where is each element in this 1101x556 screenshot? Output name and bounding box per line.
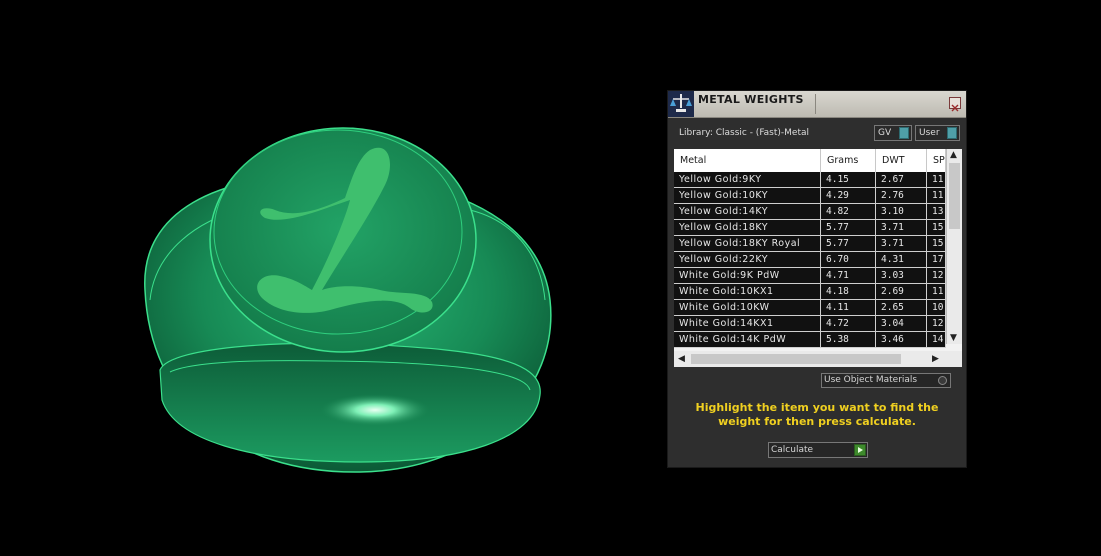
cell-dwt[interactable]: 3.03 (875, 267, 927, 284)
cell-dwt[interactable]: 2.67 (875, 172, 927, 188)
cell-dwt[interactable]: 4.31 (875, 251, 927, 268)
ring-highlight (320, 394, 430, 426)
panel-title: METAL WEIGHTS (698, 93, 804, 106)
vertical-scrollbar[interactable]: ▲ ▼ (946, 149, 962, 344)
cell-sp[interactable]: 12 (926, 315, 946, 332)
vertical-scroll-thumb[interactable] (949, 163, 960, 229)
cell-grams[interactable]: 4.71 (820, 267, 876, 284)
metal-table: Metal Grams DWT SP Yellow Gold:9KY 4.15 2.… (674, 149, 962, 367)
cell-grams[interactable]: 5.77 (820, 235, 876, 252)
library-label: Library: Classic - (Fast)-Metal (679, 128, 810, 138)
table-row[interactable]: White Gold:10KW 4.11 2.65 10 (674, 299, 946, 316)
close-icon (951, 104, 959, 112)
cell-dwt[interactable]: 2.69 (875, 283, 927, 300)
user-toggle-indicator (947, 127, 957, 139)
cell-dwt[interactable]: 3.04 (875, 315, 927, 332)
cell-sp[interactable]: 13 (926, 203, 946, 220)
cell-metal[interactable]: Yellow Gold:10KY (674, 187, 821, 204)
cell-metal[interactable]: Yellow Gold:18KY Royal (674, 235, 821, 252)
cell-grams[interactable]: 4.18 (820, 283, 876, 300)
cell-metal[interactable]: White Gold:10KX1 (674, 283, 821, 300)
table-row[interactable]: White Gold:10KX1 4.18 2.69 11 (674, 283, 946, 300)
metal-weights-panel: METAL WEIGHTS Library: Classic - (Fast)-… (667, 90, 967, 468)
cell-sp[interactable]: 15 (926, 219, 946, 236)
table-row[interactable]: Yellow Gold:14KY 4.82 3.10 13 (674, 203, 946, 220)
cell-grams[interactable]: 5.38 (820, 331, 876, 348)
horizontal-scrollbar[interactable]: ◀ ▶ (674, 351, 962, 367)
gv-toggle-indicator (899, 127, 909, 139)
scroll-left-icon[interactable]: ◀ (678, 354, 685, 364)
use-object-materials-toggle[interactable]: Use Object Materials (821, 373, 951, 388)
instruction-text: Highlight the item you want to find the … (668, 401, 966, 429)
panel-titlebar[interactable]: METAL WEIGHTS (668, 91, 966, 118)
gv-toggle-label: GV (878, 128, 892, 138)
cell-dwt[interactable]: 2.65 (875, 299, 927, 316)
user-toggle-label: User (919, 128, 940, 138)
use-object-materials-label: Use Object Materials (824, 375, 918, 385)
cell-metal[interactable]: Yellow Gold:9KY (674, 172, 821, 188)
cell-metal[interactable]: Yellow Gold:22KY (674, 251, 821, 268)
scroll-right-icon[interactable]: ▶ (932, 354, 939, 364)
3d-viewport[interactable] (0, 0, 660, 552)
cell-metal[interactable]: Yellow Gold:18KY (674, 219, 821, 236)
table-row[interactable]: White Gold:14K PdW 5.38 3.46 14 (674, 331, 946, 348)
close-button[interactable] (949, 97, 961, 112)
cell-dwt[interactable]: 3.71 (875, 219, 927, 236)
scroll-down-icon[interactable]: ▼ (950, 333, 957, 343)
cell-sp[interactable]: 15 (926, 235, 946, 252)
title-divider (815, 94, 816, 114)
column-header-dwt[interactable]: DWT (875, 149, 927, 172)
table-row[interactable]: Yellow Gold:22KY 6.70 4.31 17 (674, 251, 946, 268)
signet-ring-render (144, 127, 552, 473)
cell-metal[interactable]: White Gold:14K PdW (674, 331, 821, 348)
instruction-text-content: Highlight the item you want to find the … (695, 401, 939, 428)
table-row[interactable]: Yellow Gold:10KY 4.29 2.76 11 (674, 187, 946, 204)
cell-sp[interactable]: 14 (926, 331, 946, 348)
cell-grams[interactable]: 4.11 (820, 299, 876, 316)
cell-metal[interactable]: White Gold:10KW (674, 299, 821, 316)
gv-toggle[interactable]: GV (874, 125, 912, 141)
cell-grams[interactable]: 5.77 (820, 219, 876, 236)
calculate-button[interactable]: Calculate (768, 442, 868, 458)
play-icon (854, 444, 866, 456)
cell-dwt[interactable]: 3.10 (875, 203, 927, 220)
column-header-grams[interactable]: Grams (820, 149, 876, 172)
column-header-metal[interactable]: Metal (674, 149, 821, 172)
cell-sp[interactable]: 11 (926, 283, 946, 300)
table-row[interactable]: White Gold:14KX1 4.72 3.04 12 (674, 315, 946, 332)
horizontal-scroll-thumb[interactable] (691, 354, 901, 364)
cell-grams[interactable]: 4.29 (820, 187, 876, 204)
calculate-label: Calculate (771, 445, 814, 455)
user-toggle[interactable]: User (915, 125, 960, 141)
table-row[interactable]: Yellow Gold:18KY Royal 5.77 3.71 15 (674, 235, 946, 252)
radio-icon (938, 376, 947, 385)
scale-icon (668, 91, 694, 117)
table-header-row: Metal Grams DWT SP (674, 149, 946, 172)
cell-dwt[interactable]: 3.71 (875, 235, 927, 252)
cell-metal[interactable]: White Gold:14KX1 (674, 315, 821, 332)
table-row[interactable]: Yellow Gold:18KY 5.77 3.71 15 (674, 219, 946, 236)
cell-grams[interactable]: 6.70 (820, 251, 876, 268)
table-row[interactable]: White Gold:9K PdW 4.71 3.03 12 (674, 267, 946, 284)
column-header-sp[interactable]: SP (926, 149, 946, 172)
cell-dwt[interactable]: 3.46 (875, 331, 927, 348)
scroll-up-icon[interactable]: ▲ (950, 150, 957, 160)
cell-dwt[interactable]: 2.76 (875, 187, 927, 204)
table-row[interactable]: Yellow Gold:9KY 4.15 2.67 11 (674, 172, 946, 188)
cell-sp[interactable]: 11 (926, 172, 946, 188)
cell-grams[interactable]: 4.72 (820, 315, 876, 332)
metal-table-grid: Metal Grams DWT SP Yellow Gold:9KY 4.15 2.… (674, 149, 946, 348)
cell-sp[interactable]: 12 (926, 267, 946, 284)
cell-metal[interactable]: Yellow Gold:14KY (674, 203, 821, 220)
cell-sp[interactable]: 11 (926, 187, 946, 204)
cell-sp[interactable]: 17 (926, 251, 946, 268)
cell-grams[interactable]: 4.82 (820, 203, 876, 220)
cell-metal[interactable]: White Gold:9K PdW (674, 267, 821, 284)
cell-sp[interactable]: 10 (926, 299, 946, 316)
cell-grams[interactable]: 4.15 (820, 172, 876, 188)
